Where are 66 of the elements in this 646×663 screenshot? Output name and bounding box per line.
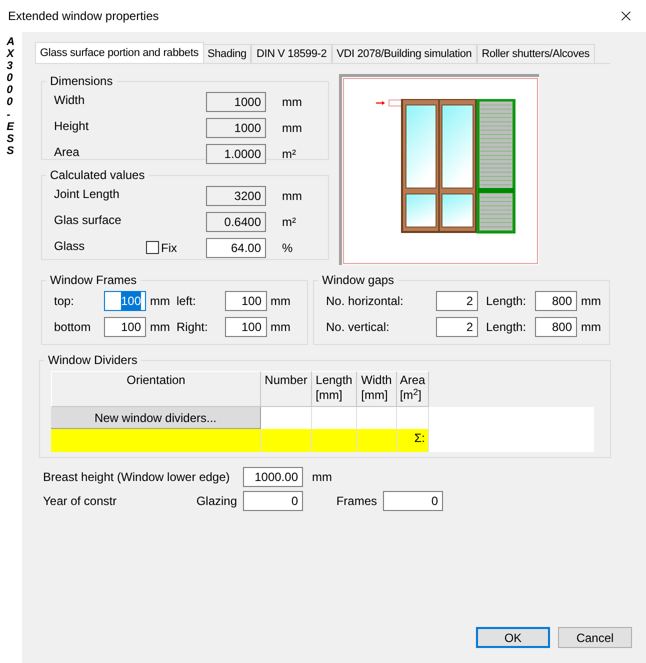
column-header: Width [mm] [357,371,397,407]
unit-label: mm [312,469,332,486]
input-field[interactable]: 100 [224,317,266,337]
input-field[interactable]: 0 [383,491,443,511]
column-header: Area [m$^{2}$] [397,371,429,407]
tab[interactable]: Glass surface portion and rabbets [35,42,204,63]
field-label: Length: [486,319,528,336]
input-field[interactable]: 0 [243,491,303,511]
checkbox-label: Fix [161,240,177,256]
dialog-button[interactable]: OK [476,627,550,648]
field-label: top: [54,293,76,310]
field-label: No. vertical: [326,319,390,336]
input-field[interactable]: 100 [104,317,146,337]
column-header: Length [mm] [312,371,357,407]
group-title: Calculated values [49,167,146,184]
tab[interactable]: Shading [202,44,252,63]
unit-label: mm [150,293,170,310]
sum-cell: Σ: [397,429,429,452]
dialog-button[interactable]: Cancel [558,627,632,648]
unit-label: mm [282,120,302,136]
tab[interactable]: VDI 2078/Building simulation [332,44,477,63]
checkbox[interactable] [146,241,159,254]
input-field[interactable]: 800 [535,317,577,337]
group-title: Window Frames [49,272,138,289]
group-title: Window Dividers [47,352,138,369]
input-field[interactable]: 2 [436,317,478,337]
unit-label: % [282,240,293,256]
field-label: Length: [486,293,528,310]
input-field[interactable]: 800 [535,291,577,311]
unit-label: mm [150,319,170,336]
field-label: Area [53,144,80,160]
unit-label: mm [282,188,302,204]
unit-label: mm [282,94,302,110]
unit-label: mm [581,319,601,336]
group-title: Window gaps [321,272,396,289]
tab[interactable]: Roller shutters/Alcoves [476,44,595,63]
field-label: Glazing [195,493,238,510]
field-label: Year of constr [43,493,118,510]
unit-label: m² [282,146,296,162]
unit-label: mm [581,293,601,310]
vertical-label: AX3000 - ESS [6,36,16,159]
field-label: left: [176,293,197,310]
field-label: Glass [53,238,86,254]
input-field[interactable]: 100 [224,291,266,311]
field-label: Glas surface [53,212,122,228]
field-label: No. horizontal: [326,293,404,310]
unit-label: m² [282,214,296,230]
field-label: Right: [176,319,209,336]
window-title: Extended window properties [8,8,159,25]
input-field[interactable]: 2 [436,291,478,311]
tab[interactable]: DIN V 18599-2 [251,44,332,63]
new-dividers-button[interactable]: New window dividers... [51,407,261,429]
field-label: Joint Length [53,186,120,202]
column-header: Number [261,371,312,407]
field-label: Frames [335,493,378,510]
unit-label: mm [270,293,290,310]
field-label: bottom [54,319,92,336]
column-header: Orientation [51,371,261,407]
input-field[interactable]: 100 [104,291,146,311]
field-label: Breast height (Window lower edge) [43,469,231,486]
input-field[interactable]: 1000.00 [243,467,303,487]
group-title: Dimensions [49,73,114,90]
field-label: Height [53,118,90,134]
unit-label: mm [270,319,290,336]
field-label: Width [53,92,86,108]
input-field[interactable]: 64.00 [206,238,266,258]
